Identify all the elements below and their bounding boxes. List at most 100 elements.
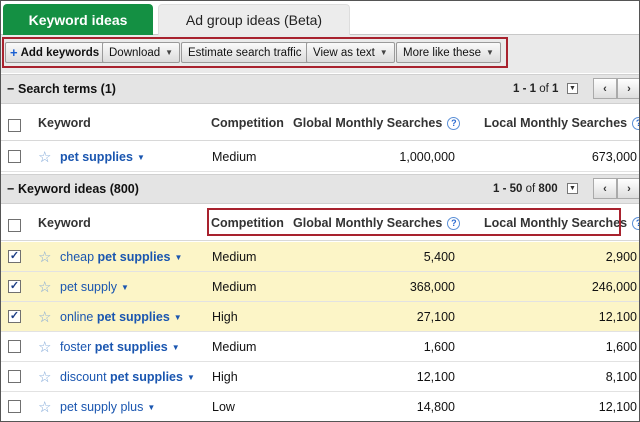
pager-total: 800 — [538, 183, 558, 195]
keyword-ideas-header: − Keyword ideas (800) 1 - 50 of 800 ▼ ‹ › — [1, 174, 639, 204]
select-all-checkbox[interactable] — [8, 119, 21, 132]
select-all-checkbox[interactable] — [8, 219, 21, 232]
global-searches-cell: 14,800 — [416, 400, 455, 414]
next-page-button[interactable]: › — [617, 78, 639, 99]
global-searches-cell: 368,000 — [409, 280, 455, 294]
table-row: ☆ discount pet supplies ▼ High 12,100 8,100 — [1, 362, 639, 392]
global-searches-cell: 1,000,000 — [399, 150, 455, 164]
keyword-ideas-pager: 1 - 50 of 800 — [493, 183, 558, 195]
chevron-down-icon[interactable]: ▼ — [137, 153, 145, 162]
keyword-match-text: pet supplies — [60, 150, 133, 164]
search-terms-column-header: Keyword Competition Global Monthly Searc… — [1, 105, 639, 141]
col-local-monthly-searches[interactable]: Local Monthly Searches? — [484, 116, 639, 130]
pager-of: of — [525, 183, 536, 195]
keyword-ideas-title-text: Keyword ideas (800) — [18, 182, 139, 196]
chevron-down-icon[interactable]: ▼ — [172, 343, 180, 352]
global-searches-cell: 5,400 — [423, 250, 455, 264]
keyword-link[interactable]: pet supply plus ▼ — [60, 400, 155, 414]
table-row: ✓ ☆ online pet supplies ▼ High 27,100 12,100 — [1, 302, 639, 332]
keyword-link[interactable]: pet supplies ▼ — [60, 150, 145, 164]
keyword-text: online — [60, 310, 97, 324]
star-icon[interactable]: ☆ — [38, 308, 51, 326]
row-checkbox[interactable] — [8, 400, 21, 413]
row-checkbox[interactable] — [8, 340, 21, 353]
star-icon[interactable]: ☆ — [38, 398, 51, 416]
chevron-down-icon[interactable]: ▼ — [174, 253, 182, 262]
keyword-link[interactable]: cheap pet supplies ▼ — [60, 250, 182, 264]
local-searches-cell: 246,000 — [591, 280, 637, 294]
col-keyword[interactable]: Keyword — [38, 216, 91, 230]
search-terms-title[interactable]: − Search terms (1) — [7, 82, 116, 96]
star-icon[interactable]: ☆ — [38, 338, 51, 356]
col-global-label: Global Monthly Searches — [293, 116, 443, 130]
competition-cell: Medium — [212, 280, 257, 294]
col-competition[interactable]: Competition — [211, 116, 284, 130]
table-row: ✓ ☆ cheap pet supplies ▼ Medium 5,400 2,900 — [1, 242, 639, 272]
row-checkbox[interactable] — [8, 370, 21, 383]
keyword-link[interactable]: foster pet supplies ▼ — [60, 340, 180, 354]
star-icon[interactable]: ☆ — [38, 368, 51, 386]
page-select-dropdown[interactable]: ▼ — [567, 183, 578, 194]
keyword-match-text: pet supplies — [96, 310, 170, 324]
global-searches-cell: 1,600 — [423, 340, 455, 354]
collapse-icon[interactable]: − — [7, 82, 15, 96]
help-icon[interactable]: ? — [447, 117, 461, 130]
tab-keyword-ideas[interactable]: Keyword ideas — [3, 4, 153, 35]
keyword-text: pet supply plus — [60, 400, 144, 414]
star-icon[interactable]: ☆ — [38, 278, 51, 296]
chevron-down-icon[interactable]: ▼ — [174, 313, 182, 322]
col-global-monthly-searches[interactable]: Global Monthly Searches? — [293, 116, 461, 130]
next-page-button[interactable]: › — [617, 178, 639, 199]
keyword-link[interactable]: online pet supplies ▼ — [60, 310, 182, 324]
search-terms-pager: 1 - 1 of 1 — [513, 83, 558, 95]
keyword-text: cheap — [60, 250, 98, 264]
pager-range: 1 - 1 — [513, 83, 537, 95]
keyword-match-text: pet supplies — [97, 250, 171, 264]
local-searches-cell: 8,100 — [605, 370, 637, 384]
competition-cell: Medium — [212, 150, 257, 164]
keyword-link[interactable]: discount pet supplies ▼ — [60, 370, 195, 384]
competition-cell: High — [212, 310, 238, 324]
page-select-dropdown[interactable]: ▼ — [567, 83, 578, 94]
table-row: ☆ foster pet supplies ▼ Medium 1,600 1,600 — [1, 332, 639, 362]
columns-highlight-box — [207, 208, 621, 236]
local-searches-cell: 12,100 — [598, 400, 637, 414]
keyword-tool-panel: Keyword ideas Ad group ideas (Beta) + Ad… — [0, 0, 640, 422]
tab-bar: Keyword ideas Ad group ideas (Beta) — [1, 1, 639, 35]
chevron-right-icon: › — [627, 82, 631, 95]
row-checkbox[interactable] — [8, 150, 21, 163]
keyword-match-text: pet supplies — [94, 340, 168, 354]
chevron-down-icon[interactable]: ▼ — [121, 283, 129, 292]
chevron-down-icon[interactable]: ▼ — [187, 373, 195, 382]
row-checkbox[interactable]: ✓ — [8, 280, 21, 293]
competition-cell: High — [212, 370, 238, 384]
chevron-down-icon[interactable]: ▼ — [147, 403, 155, 412]
keyword-ideas-title[interactable]: − Keyword ideas (800) — [7, 182, 139, 196]
star-icon[interactable]: ☆ — [38, 248, 51, 266]
competition-cell: Medium — [212, 250, 257, 264]
prev-page-button[interactable]: ‹ — [593, 178, 617, 199]
row-checkbox[interactable]: ✓ — [8, 250, 21, 263]
help-icon[interactable]: ? — [632, 117, 639, 130]
search-terms-header: − Search terms (1) 1 - 1 of 1 ▼ ‹ › — [1, 74, 639, 104]
star-icon[interactable]: ☆ — [38, 148, 51, 166]
table-row: ☆ pet supplies ▼ Medium 1,000,000 673,000 — [1, 142, 639, 172]
keyword-text: pet supply — [60, 280, 117, 294]
local-searches-cell: 12,100 — [598, 310, 637, 324]
help-icon[interactable]: ? — [632, 217, 639, 230]
competition-cell: Low — [212, 400, 235, 414]
tab-ad-group-ideas[interactable]: Ad group ideas (Beta) — [158, 4, 350, 35]
chevron-left-icon: ‹ — [603, 182, 607, 195]
collapse-icon[interactable]: − — [7, 182, 15, 196]
search-terms-title-text: Search terms (1) — [18, 82, 116, 96]
col-keyword[interactable]: Keyword — [38, 116, 91, 130]
local-searches-cell: 1,600 — [605, 340, 637, 354]
prev-page-button[interactable]: ‹ — [593, 78, 617, 99]
competition-cell: Medium — [212, 340, 257, 354]
keyword-link[interactable]: pet supply ▼ — [60, 280, 129, 294]
local-searches-cell: 2,900 — [605, 250, 637, 264]
chevron-left-icon: ‹ — [603, 82, 607, 95]
pager-total: 1 — [552, 83, 559, 95]
global-searches-cell: 12,100 — [416, 370, 455, 384]
row-checkbox[interactable]: ✓ — [8, 310, 21, 323]
